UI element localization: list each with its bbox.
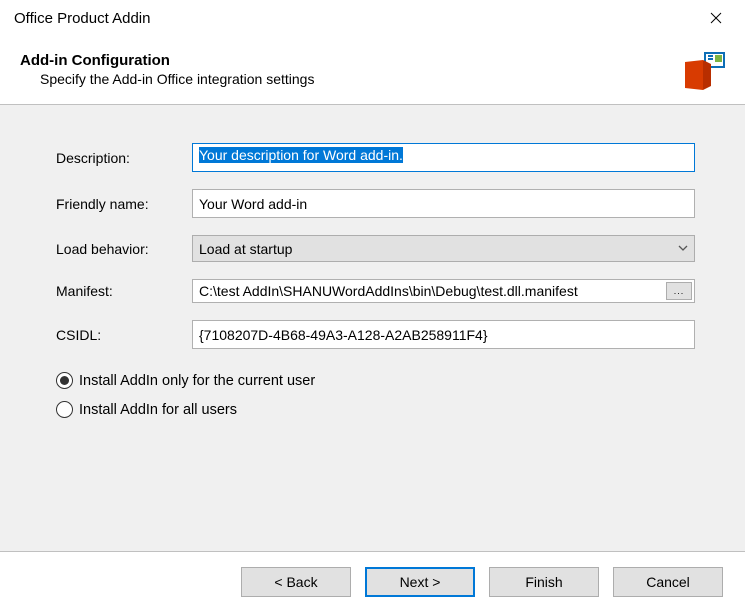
row-load-behavior: Load behavior: Load at startup <box>56 235 695 262</box>
header-heading: Add-in Configuration <box>20 52 314 69</box>
header-text: Add-in Configuration Specify the Add-in … <box>20 52 314 87</box>
radio-icon <box>56 401 73 418</box>
radio-all-users[interactable]: Install AddIn for all users <box>56 401 695 418</box>
manifest-label: Manifest: <box>56 283 192 299</box>
back-button[interactable]: < Back <box>241 567 351 597</box>
description-label: Description: <box>56 150 192 166</box>
header-subheading: Specify the Add-in Office integration se… <box>20 69 314 87</box>
load-behavior-label: Load behavior: <box>56 241 192 257</box>
friendly-label: Friendly name: <box>56 196 192 212</box>
radio-icon <box>56 372 73 389</box>
friendly-input[interactable] <box>192 189 695 218</box>
row-description: Description: Your description for Word a… <box>56 143 695 172</box>
titlebar: Office Product Addin <box>0 0 745 36</box>
dialog-window: Office Product Addin Add-in Configuratio… <box>0 0 745 612</box>
load-behavior-value: Load at startup <box>199 241 292 257</box>
radio-current-user-label: Install AddIn only for the current user <box>79 373 315 389</box>
button-bar: < Back Next > Finish Cancel <box>0 552 745 612</box>
chevron-down-icon <box>678 243 688 254</box>
next-button[interactable]: Next > <box>365 567 475 597</box>
manifest-input[interactable] <box>193 280 664 302</box>
manifest-field-wrap: ... <box>192 279 695 303</box>
description-value: Your description for Word add-in. <box>199 147 403 163</box>
row-friendly: Friendly name: <box>56 189 695 218</box>
description-input[interactable]: Your description for Word add-in. <box>192 143 695 172</box>
window-title: Office Product Addin <box>14 10 150 27</box>
radio-current-user[interactable]: Install AddIn only for the current user <box>56 372 695 389</box>
header-section: Add-in Configuration Specify the Add-in … <box>0 36 745 104</box>
browse-button[interactable]: ... <box>666 282 692 300</box>
finish-button[interactable]: Finish <box>489 567 599 597</box>
load-behavior-select[interactable]: Load at startup <box>192 235 695 262</box>
csidl-input[interactable] <box>192 320 695 349</box>
radio-dot-icon <box>60 376 69 385</box>
csidl-label: CSIDL: <box>56 327 192 343</box>
row-csidl: CSIDL: <box>56 320 695 349</box>
cancel-button[interactable]: Cancel <box>613 567 723 597</box>
close-icon <box>710 12 722 24</box>
close-button[interactable] <box>693 3 739 33</box>
row-manifest: Manifest: ... <box>56 279 695 303</box>
content-area: Description: Your description for Word a… <box>0 104 745 552</box>
radio-all-users-label: Install AddIn for all users <box>79 402 237 418</box>
office-addin-icon <box>683 52 725 90</box>
